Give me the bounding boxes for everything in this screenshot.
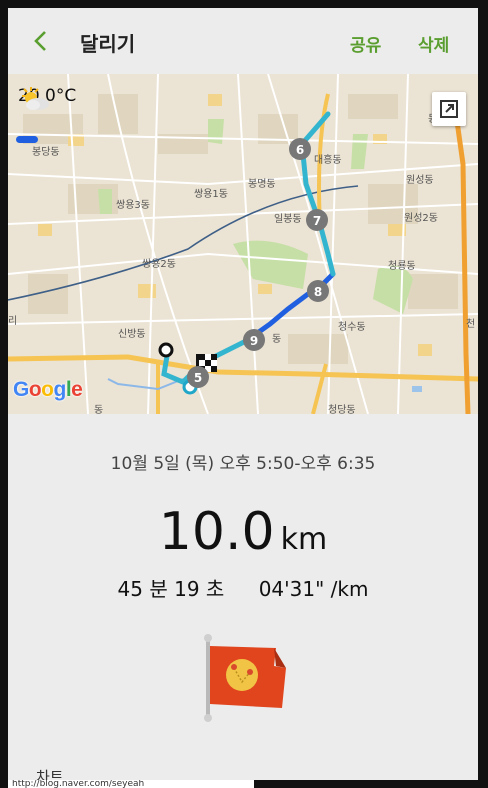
duration-text: 45 분 19 초 — [117, 577, 225, 601]
chart-section-label: 차트 — [36, 768, 64, 780]
activity-stats: 45 분 19 초 04'31" /km — [8, 573, 478, 602]
map-label: 청당동 — [328, 404, 356, 414]
map-label: 천 — [466, 318, 475, 330]
distance-display: 10.0 km — [8, 502, 478, 562]
google-logo: Google — [13, 378, 83, 401]
map-label: 쌍용1동 — [194, 188, 228, 200]
back-button[interactable] — [28, 28, 54, 54]
sun-cloud-icon — [22, 87, 49, 110]
map-label: 원성2동 — [404, 212, 438, 224]
svg-text:8: 8 — [314, 285, 322, 299]
map-label: 봉명동 — [248, 178, 276, 190]
map-label: 신방동 — [118, 328, 146, 340]
km-marker-6: 6 — [289, 138, 311, 160]
map-label: 봉당동 — [32, 146, 60, 158]
svg-text:6: 6 — [296, 143, 304, 157]
expand-icon — [440, 100, 458, 118]
map-label: 동 — [272, 333, 281, 345]
phone-screen: 달리기 공유 삭제 5 6 7 8 9 봉당동 대흥동 원성동 원성2동 쌍용3… — [8, 8, 478, 780]
map-label: 원성동 — [406, 174, 434, 186]
km-marker-7: 7 — [306, 209, 328, 231]
map-label: 쌍용2동 — [142, 258, 176, 270]
map-label: 청룡동 — [388, 260, 416, 272]
route-map[interactable]: 5 6 7 8 9 봉당동 대흥동 원성동 원성2동 쌍용3동 쌍용1동 봉명동… — [8, 74, 478, 414]
svg-text:7: 7 — [313, 214, 321, 228]
page-title: 달리기 — [80, 32, 136, 56]
map-label: 일봉동 — [274, 213, 302, 225]
activity-datetime: 10월 5일 (목) 오후 5:50-오후 6:35 — [110, 454, 376, 474]
map-label: 쌍용3동 — [116, 199, 150, 211]
share-button[interactable]: 공유 — [350, 31, 381, 56]
distance-unit: km — [280, 522, 328, 557]
distance-value: 10.0 — [158, 502, 275, 562]
achievement-flag[interactable] — [202, 632, 292, 726]
pace-text: 04'31" /km — [258, 577, 369, 601]
map-label: 대흥동 — [314, 153, 342, 166]
temperature-display: 20.0°C — [18, 86, 76, 110]
map-canvas: 5 6 7 8 9 봉당동 대흥동 원성동 원성2동 쌍용3동 쌍용1동 봉명동… — [8, 74, 478, 414]
map-label: 동 — [94, 404, 103, 414]
expand-map-button[interactable] — [432, 92, 466, 126]
delete-button[interactable]: 삭제 — [418, 31, 449, 56]
achievement-flag-icon — [204, 634, 286, 722]
svg-text:5: 5 — [194, 371, 202, 385]
map-label: 리 — [8, 315, 17, 327]
km-marker-5: 5 — [187, 366, 209, 388]
url-text: http://blog.naver.com/seyeah — [8, 780, 254, 788]
svg-text:9: 9 — [250, 334, 258, 348]
app-bar: 달리기 공유 삭제 — [8, 8, 478, 74]
map-label: 청수동 — [338, 321, 366, 333]
km-marker-8: 8 — [307, 280, 329, 302]
km-marker-9: 9 — [243, 329, 265, 351]
chevron-left-icon — [34, 31, 46, 51]
